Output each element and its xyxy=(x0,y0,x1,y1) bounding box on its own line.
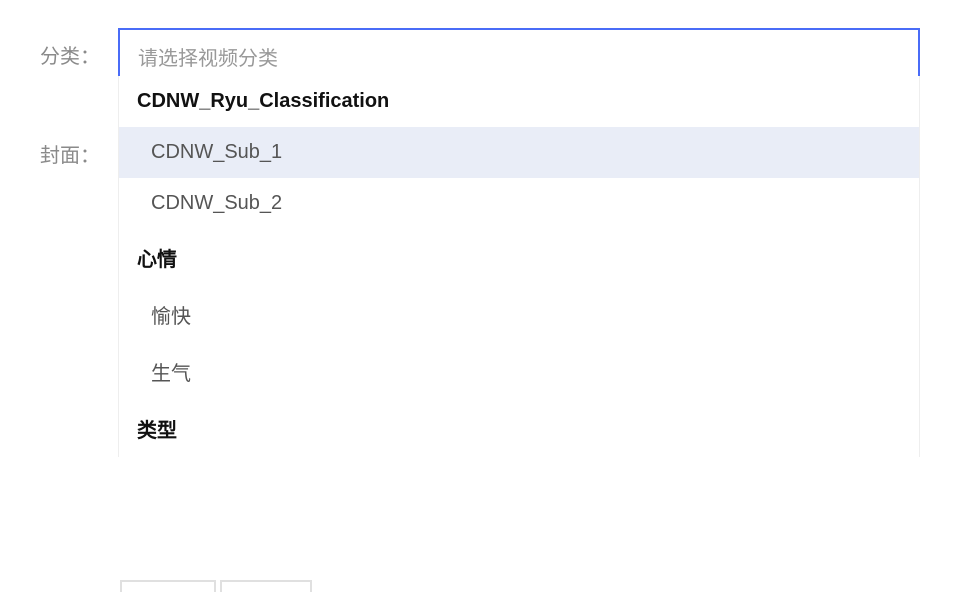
dropdown-option-happy[interactable]: 愉快 xyxy=(119,286,919,343)
category-row: 分类： 请选择视频分类 CDNW_Ryu_Classification CDNW… xyxy=(40,28,920,85)
cover-stub-1[interactable] xyxy=(120,580,216,592)
category-dropdown: CDNW_Ryu_Classification CDNW_Sub_1 CDNW_… xyxy=(118,76,920,457)
category-label: 分类： xyxy=(40,28,118,69)
dropdown-option-angry[interactable]: 生气 xyxy=(119,343,919,400)
dropdown-option-cdnw-sub-2[interactable]: CDNW_Sub_2 xyxy=(119,178,919,229)
dropdown-option-cdnw-sub-1[interactable]: CDNW_Sub_1 xyxy=(119,127,919,178)
form-container: 分类： 请选择视频分类 CDNW_Ryu_Classification CDNW… xyxy=(40,28,920,548)
cover-stub-2[interactable] xyxy=(220,580,312,592)
dropdown-group-header: 心情 xyxy=(119,229,919,286)
dropdown-group-header: CDNW_Ryu_Classification xyxy=(119,76,919,127)
cover-upload-stubs xyxy=(118,580,312,592)
cover-label: 封面： xyxy=(40,109,118,168)
dropdown-group-header: 类型 xyxy=(119,400,919,457)
category-field-wrap: 请选择视频分类 CDNW_Ryu_Classification CDNW_Sub… xyxy=(118,28,920,85)
category-placeholder-text: 请选择视频分类 xyxy=(138,48,278,70)
